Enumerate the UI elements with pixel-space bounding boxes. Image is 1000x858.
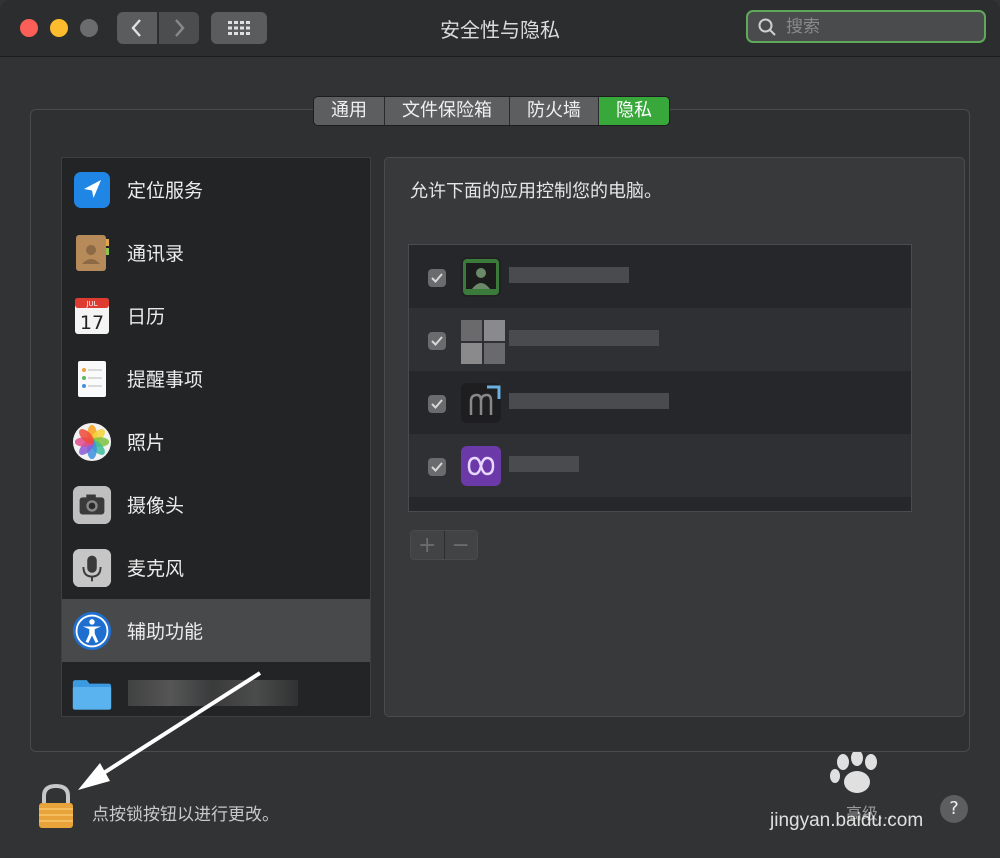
tab-privacy[interactable]: 隐私: [599, 97, 669, 125]
window-title: 安全性与隐私: [440, 18, 560, 42]
app-icon: [461, 383, 501, 423]
sidebar-item-accessibility[interactable]: 辅助功能: [62, 599, 370, 662]
tab-firewall[interactable]: 防火墙: [510, 97, 599, 125]
tab-bar: 通用 文件保险箱 防火墙 隐私: [313, 96, 670, 126]
sidebar-item-camera[interactable]: 摄像头: [62, 473, 370, 536]
purple-app-icon: [461, 446, 501, 486]
search-input[interactable]: [784, 15, 968, 38]
checkmark-icon: [431, 462, 443, 472]
sidebar-item-label: 定位服务: [127, 180, 204, 202]
close-button[interactable]: [20, 19, 38, 37]
sidebar-item-label: 日历: [127, 306, 166, 328]
microphone-icon: [72, 548, 112, 588]
sidebar-item-label: 提醒事项: [127, 369, 204, 391]
tab-general[interactable]: 通用: [314, 97, 385, 125]
title-bar: 安全性与隐私: [0, 0, 1000, 57]
checkmark-icon: [431, 399, 443, 409]
security-privacy-window: 安全性与隐私 通用 文件保险箱 防火墙 隐私 定位服务 通讯录: [0, 0, 1000, 858]
app-checkbox[interactable]: [428, 458, 446, 476]
watermark-url: jingyan.baidu.com: [770, 810, 924, 831]
redacted-app-name: [509, 456, 579, 472]
camera-icon: [72, 485, 112, 525]
photos-icon: [72, 422, 112, 462]
pane-description: 允许下面的应用控制您的电脑。: [410, 181, 662, 202]
location-arrow-icon: [72, 170, 112, 210]
calendar-icon: JUL 17: [72, 296, 112, 336]
sidebar-item-label: 麦克风: [127, 558, 185, 580]
add-remove-buttons: + −: [410, 530, 478, 560]
checkmark-icon: [431, 336, 443, 346]
zoom-button[interactable]: [80, 19, 98, 37]
reminders-icon: [72, 359, 112, 399]
app-checkbox[interactable]: [428, 269, 446, 287]
sidebar-item-label: 通讯录: [127, 243, 185, 265]
chevron-right-icon: [175, 19, 185, 37]
accessibility-icon: [72, 611, 112, 651]
checkmark-icon: [431, 273, 443, 283]
sidebar-item-calendar[interactable]: JUL 17 日历: [62, 284, 370, 347]
remote-desktop-app-icon: [461, 257, 501, 297]
add-app-button[interactable]: +: [411, 531, 445, 559]
list-item[interactable]: [409, 308, 911, 371]
list-item[interactable]: [409, 371, 911, 434]
lock-instruction: 点按锁按钮以进行更改。: [92, 805, 279, 825]
show-all-button[interactable]: [211, 12, 267, 44]
redacted-app-name: [509, 393, 669, 409]
sidebar-item-label: 照片: [127, 432, 166, 454]
contacts-book-icon: [72, 233, 112, 273]
list-item[interactable]: [409, 497, 911, 511]
sidebar-item-location[interactable]: 定位服务: [62, 158, 370, 221]
sidebar-item-reminders[interactable]: 提醒事项: [62, 347, 370, 410]
help-button[interactable]: ?: [940, 795, 968, 823]
redacted-app-name: [509, 267, 629, 283]
app-checkbox[interactable]: [428, 332, 446, 350]
search-field[interactable]: [746, 10, 986, 43]
sidebar-item-microphone[interactable]: 麦克风: [62, 536, 370, 599]
chevron-left-icon: [131, 19, 141, 37]
windows-app-icon: [461, 320, 505, 364]
calendar-month: JUL: [85, 300, 97, 308]
list-item[interactable]: [409, 434, 911, 497]
sidebar-item-label: 摄像头: [127, 495, 185, 517]
back-button[interactable]: [117, 12, 157, 44]
app-list[interactable]: [408, 244, 912, 512]
privacy-category-list[interactable]: 定位服务 通讯录 JUL 17 日历 提醒事项 照片 摄像头 麦克风 辅助功能: [61, 157, 371, 717]
list-item[interactable]: [409, 245, 911, 308]
forward-button[interactable]: [159, 12, 199, 44]
grid-icon: [228, 21, 250, 35]
sidebar-item-contacts[interactable]: 通讯录: [62, 221, 370, 284]
calendar-day: 17: [80, 312, 104, 334]
sidebar-item-label: 辅助功能: [127, 621, 204, 643]
tab-filevault[interactable]: 文件保险箱: [385, 97, 510, 125]
search-icon: [758, 18, 776, 36]
remove-app-button[interactable]: −: [444, 531, 477, 559]
redacted-app-name: [509, 330, 659, 346]
minimize-button[interactable]: [50, 19, 68, 37]
annotation-arrow-icon: [78, 671, 262, 790]
app-checkbox[interactable]: [428, 395, 446, 413]
sidebar-item-photos[interactable]: 照片: [62, 410, 370, 473]
